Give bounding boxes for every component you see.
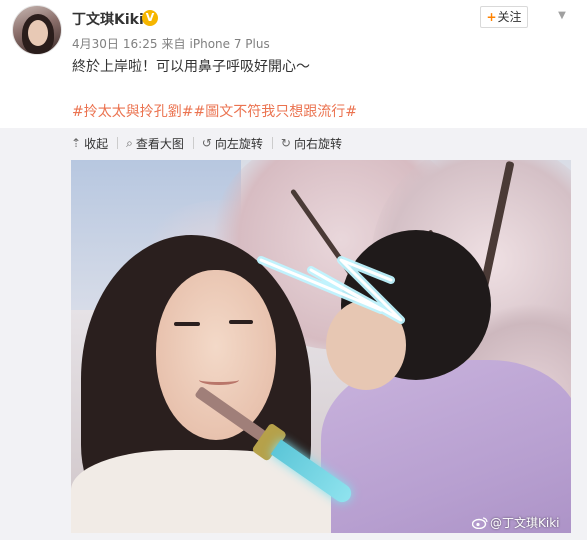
- weibo-post: 丁文琪Kiki V 4月30日 16:25 来自 iPhone 7 Plus +关注 …: [0, 0, 587, 540]
- post-time: 16:25: [122, 37, 158, 51]
- username-link[interactable]: 丁文琪Kiki: [72, 9, 144, 29]
- follow-button[interactable]: +关注: [480, 6, 528, 28]
- search-icon: ⌕: [126, 135, 133, 150]
- rotate-right-icon: ↻: [280, 136, 291, 150]
- avatar[interactable]: [12, 5, 62, 55]
- weibo-logo-icon: [472, 516, 488, 529]
- scribble-sticker: [257, 256, 405, 324]
- view-large-label: 查看大图: [135, 136, 184, 151]
- collapse-button[interactable]: ⇡ 收起: [71, 135, 108, 151]
- rotate-right-label: 向右旋转: [293, 136, 342, 151]
- follow-label: 关注: [497, 10, 522, 24]
- photo-eye: [174, 322, 200, 326]
- verified-icon: V: [142, 10, 158, 26]
- post-hashtags[interactable]: #拎太太與拎孔劉##圖文不符我只想跟流行#: [72, 101, 357, 121]
- view-large-button[interactable]: ⌕ 查看大图: [126, 135, 184, 151]
- photo-watermark: @丁文琪Kiki: [472, 514, 560, 531]
- photo-eye: [229, 320, 253, 324]
- avatar-face: [28, 20, 48, 46]
- post-text: 終於上岸啦！可以用鼻子呼吸好開心～: [72, 59, 310, 75]
- rotate-left-icon: ↺: [201, 136, 212, 150]
- watermark-text: @丁文琪Kiki: [490, 516, 560, 530]
- post-meta: 4月30日 16:25 来自 iPhone 7 Plus: [72, 35, 274, 52]
- collapse-label: 收起: [84, 136, 109, 151]
- rotate-left-button[interactable]: ↺ 向左旋转: [202, 135, 263, 151]
- chevron-down-icon[interactable]: ▼: [555, 10, 569, 24]
- rotate-right-button[interactable]: ↻ 向右旋转: [281, 135, 342, 151]
- source-device[interactable]: iPhone 7 Plus: [190, 37, 270, 51]
- toolbar-divider: [192, 137, 194, 149]
- toolbar-divider: [117, 137, 119, 149]
- media-toolbar: ⇡ 收起 ⌕ 查看大图 ↺ 向左旋转 ↻ 向右旋转: [71, 135, 361, 151]
- plus-icon: +: [486, 10, 497, 24]
- post-date-link[interactable]: 4月30日: [72, 37, 119, 51]
- arrow-up-icon: ⇡: [71, 136, 82, 150]
- rotate-left-label: 向左旋转: [214, 136, 263, 151]
- post-photo[interactable]: [71, 160, 571, 533]
- source-prefix: 来自: [161, 37, 186, 51]
- toolbar-divider: [271, 137, 273, 149]
